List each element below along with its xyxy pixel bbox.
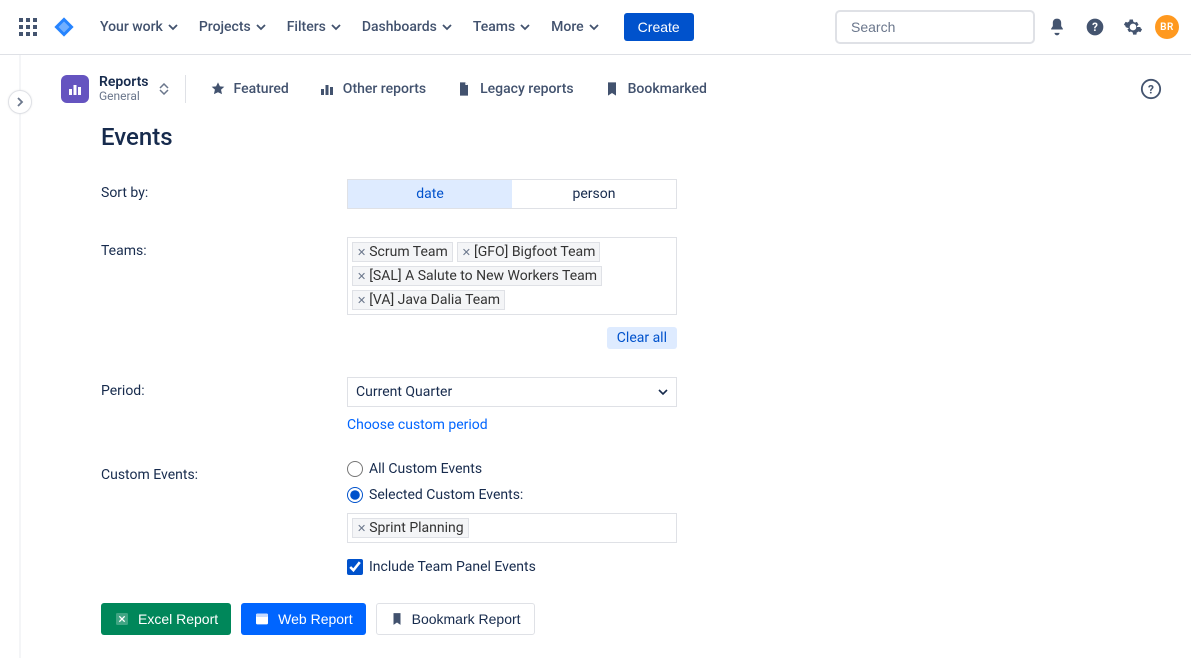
team-tag-label: Scrum Team: [369, 244, 448, 260]
label-custom-events: Custom Events:: [101, 461, 347, 483]
nav-projects-label: Projects: [199, 19, 251, 35]
chevron-down-icon: [441, 21, 453, 33]
excel-icon: [114, 611, 130, 627]
notifications-icon[interactable]: [1041, 11, 1073, 43]
reports-title: Reports: [99, 75, 149, 90]
label-teams: Teams:: [101, 237, 347, 259]
team-tag-label: [SAL] A Salute to New Workers Team: [369, 268, 597, 284]
bookmark-icon: [390, 611, 404, 627]
include-team-panel-label: Include Team Panel Events: [369, 559, 536, 575]
excel-report-button[interactable]: Excel Report: [101, 603, 231, 635]
choose-custom-period-link[interactable]: Choose custom period: [347, 417, 488, 433]
svg-text:?: ?: [1148, 83, 1154, 97]
tab-featured-label: Featured: [234, 81, 289, 97]
period-select-value: Current Quarter: [356, 384, 452, 400]
label-period: Period:: [101, 377, 347, 399]
nav-dashboards[interactable]: Dashboards: [354, 13, 461, 41]
custom-event-tag: ✕Sprint Planning: [352, 518, 469, 538]
jira-logo-icon[interactable]: [48, 11, 80, 43]
chevron-down-icon: [588, 21, 600, 33]
star-icon: [210, 81, 226, 97]
chevron-down-icon: [167, 21, 179, 33]
sort-option-person[interactable]: person: [512, 180, 676, 208]
period-select[interactable]: Current Quarter: [347, 377, 677, 407]
tab-bookmarked[interactable]: Bookmarked: [600, 77, 711, 101]
nav-filters[interactable]: Filters: [279, 13, 350, 41]
tab-bookmarked-label: Bookmarked: [628, 81, 707, 97]
nav-dashboards-label: Dashboards: [362, 19, 437, 35]
reports-subtitle: General: [99, 90, 149, 103]
svg-text:?: ?: [1092, 20, 1098, 34]
app-switcher-icon[interactable]: [12, 11, 44, 43]
radio-all-custom-events-label: All Custom Events: [369, 461, 482, 477]
file-icon: [456, 81, 472, 97]
tag-remove-icon[interactable]: ✕: [357, 295, 366, 306]
tag-remove-icon[interactable]: ✕: [357, 523, 366, 534]
team-tag: ✕[GFO] Bigfoot Team: [457, 242, 601, 262]
reports-project-selector[interactable]: Reports General: [61, 75, 186, 104]
custom-events-tag-input[interactable]: ✕Sprint Planning: [347, 513, 677, 543]
tab-legacy-reports-label: Legacy reports: [480, 81, 573, 97]
search-box[interactable]: [835, 10, 1035, 44]
create-button[interactable]: Create: [624, 13, 694, 41]
nav-your-work-label: Your work: [100, 19, 163, 35]
help-icon[interactable]: ?: [1079, 11, 1111, 43]
web-icon: [254, 611, 270, 627]
page-help-icon[interactable]: ?: [1135, 73, 1167, 105]
tab-other-reports-label: Other reports: [343, 81, 426, 97]
chevron-down-icon: [330, 21, 342, 33]
excel-report-label: Excel Report: [138, 611, 218, 627]
chevron-down-icon: [255, 21, 267, 33]
radio-selected-custom-events-label: Selected Custom Events:: [369, 487, 523, 503]
top-navigation: Your work Projects Filters Dashboards Te…: [0, 0, 1191, 55]
tab-legacy-reports[interactable]: Legacy reports: [452, 77, 577, 101]
avatar[interactable]: BR: [1155, 15, 1179, 39]
tag-remove-icon[interactable]: ✕: [357, 271, 366, 282]
tag-remove-icon[interactable]: ✕: [357, 247, 366, 258]
reports-icon: [61, 75, 89, 103]
bookmark-report-button[interactable]: Bookmark Report: [376, 603, 535, 635]
teams-tag-input[interactable]: ✕Scrum Team ✕[GFO] Bigfoot Team ✕[SAL] A…: [347, 237, 677, 315]
web-report-button[interactable]: Web Report: [241, 603, 365, 635]
bookmark-icon: [604, 81, 620, 97]
nav-projects[interactable]: Projects: [191, 13, 275, 41]
radio-all-custom-events-input[interactable]: [347, 461, 363, 477]
search-input[interactable]: [851, 19, 1032, 35]
include-team-panel-checkbox-input[interactable]: [347, 559, 363, 575]
label-sort-by: Sort by:: [101, 179, 347, 201]
team-tag: ✕Scrum Team: [352, 242, 453, 262]
tab-other-reports[interactable]: Other reports: [315, 77, 430, 101]
clear-all-button[interactable]: Clear all: [607, 327, 677, 349]
chevron-down-icon: [519, 21, 531, 33]
tab-featured[interactable]: Featured: [206, 77, 293, 101]
radio-selected-custom-events-input[interactable]: [347, 487, 363, 503]
nav-more-label: More: [551, 19, 584, 35]
team-tag-label: [GFO] Bigfoot Team: [474, 244, 595, 260]
nav-more[interactable]: More: [543, 13, 608, 41]
bar-chart-icon: [319, 81, 335, 97]
nav-teams-label: Teams: [473, 19, 515, 35]
nav-teams[interactable]: Teams: [465, 13, 539, 41]
bookmark-report-label: Bookmark Report: [412, 611, 521, 627]
team-tag: ✕[VA] Java Dalia Team: [352, 290, 505, 310]
page-title: Events: [101, 123, 1151, 151]
nav-your-work[interactable]: Your work: [92, 13, 187, 41]
team-tag: ✕[SAL] A Salute to New Workers Team: [352, 266, 602, 286]
sort-option-date[interactable]: date: [348, 180, 512, 208]
sort-toggle-group: date person: [347, 179, 677, 209]
chevron-updown-icon: [159, 83, 169, 95]
include-team-panel-checkbox[interactable]: Include Team Panel Events: [347, 559, 677, 575]
radio-selected-custom-events[interactable]: Selected Custom Events:: [347, 487, 677, 503]
chevron-down-icon: [658, 387, 668, 397]
tag-remove-icon[interactable]: ✕: [462, 247, 471, 258]
settings-icon[interactable]: [1117, 11, 1149, 43]
custom-event-tag-label: Sprint Planning: [369, 520, 463, 536]
team-tag-label: [VA] Java Dalia Team: [369, 292, 500, 308]
web-report-label: Web Report: [278, 611, 352, 627]
nav-filters-label: Filters: [287, 19, 326, 35]
radio-all-custom-events[interactable]: All Custom Events: [347, 461, 677, 477]
